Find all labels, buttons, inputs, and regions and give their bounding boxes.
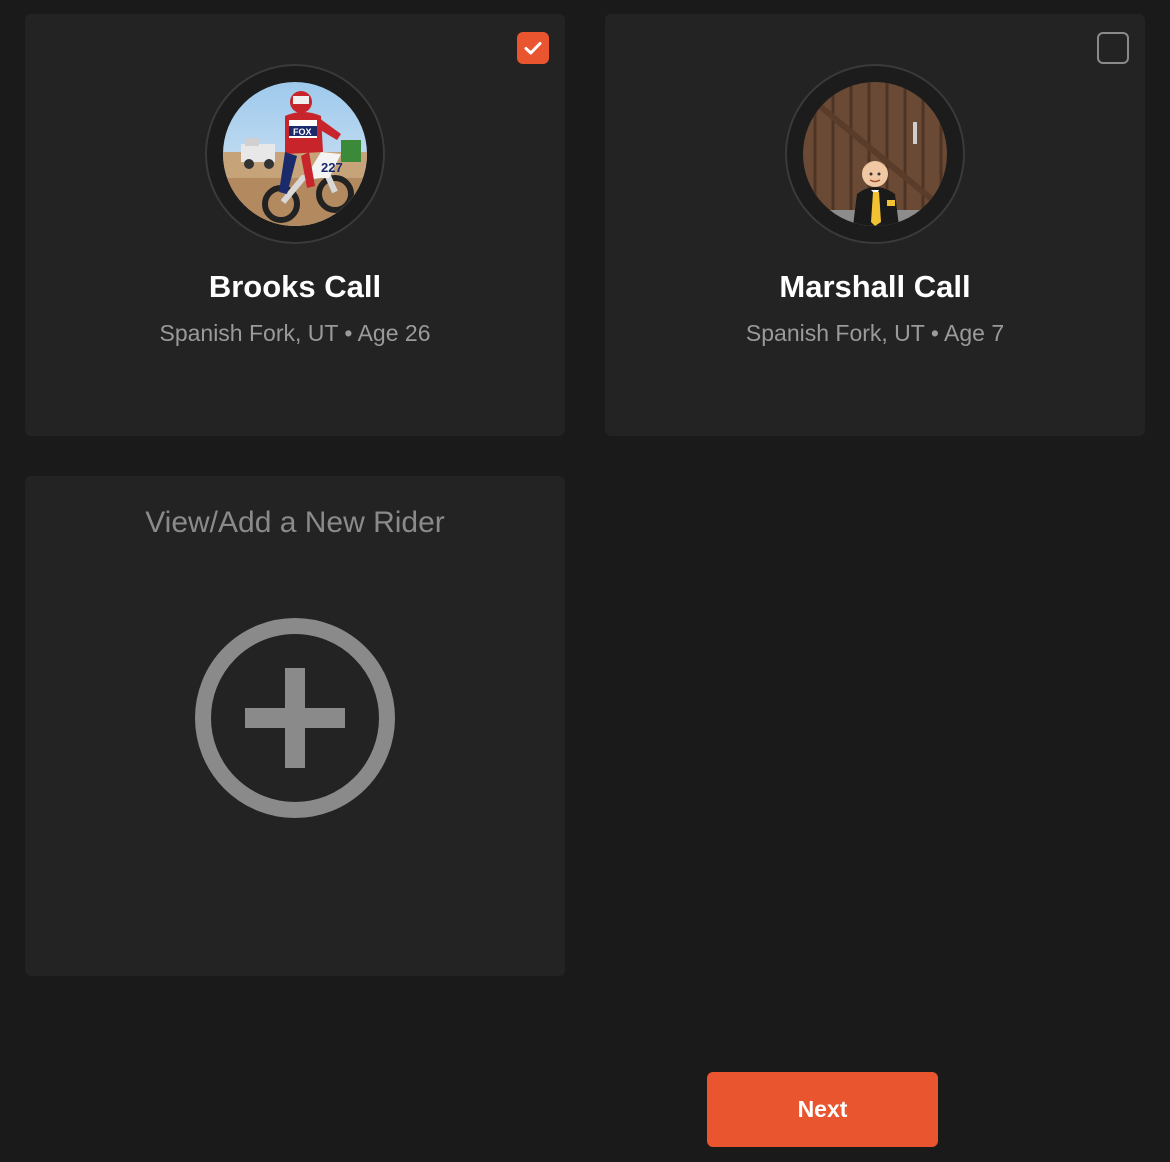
rider-details: Spanish Fork, UT • Age 26 <box>25 320 565 347</box>
rider-select-checkbox[interactable] <box>1097 32 1129 64</box>
rider-photo-boy-suit <box>803 82 947 226</box>
rider-age: Age 7 <box>944 320 1005 346</box>
rider-select-checkbox[interactable] <box>517 32 549 64</box>
rider-name: Marshall Call <box>779 269 971 304</box>
checkmark-icon <box>524 42 542 55</box>
add-rider-card[interactable]: View/Add a New Rider <box>25 476 565 976</box>
rider-name: Brooks Call <box>208 269 382 304</box>
rider-photo-motocross: 227 FOX <box>223 82 367 226</box>
meta-separator: • <box>344 320 353 346</box>
rider-card-brooks[interactable]: 227 FOX Brooks Call Spanish Fork, UT • A… <box>25 14 565 436</box>
rider-card-marshall[interactable]: Marshall Call Spanish Fork, UT • Age 7 <box>605 14 1145 436</box>
plus-circle-icon[interactable] <box>193 616 397 820</box>
rider-selection-page: 227 FOX Brooks Call Spanish Fork, UT • A… <box>0 0 1170 1162</box>
add-rider-title: View/Add a New Rider <box>145 506 445 539</box>
avatar-frame: 227 FOX <box>205 64 385 244</box>
svg-text:FOX: FOX <box>293 127 312 137</box>
avatar <box>803 82 947 226</box>
rider-age: Age 26 <box>357 320 431 346</box>
avatar: 227 FOX <box>223 82 367 226</box>
next-button[interactable]: Next <box>707 1072 938 1147</box>
svg-text:227: 227 <box>321 160 343 175</box>
rider-details: Spanish Fork, UT • Age 7 <box>605 320 1145 347</box>
rider-location: Spanish Fork, UT <box>159 320 339 346</box>
meta-separator: • <box>930 320 939 346</box>
avatar-frame <box>785 64 965 244</box>
rider-location: Spanish Fork, UT <box>745 320 925 346</box>
